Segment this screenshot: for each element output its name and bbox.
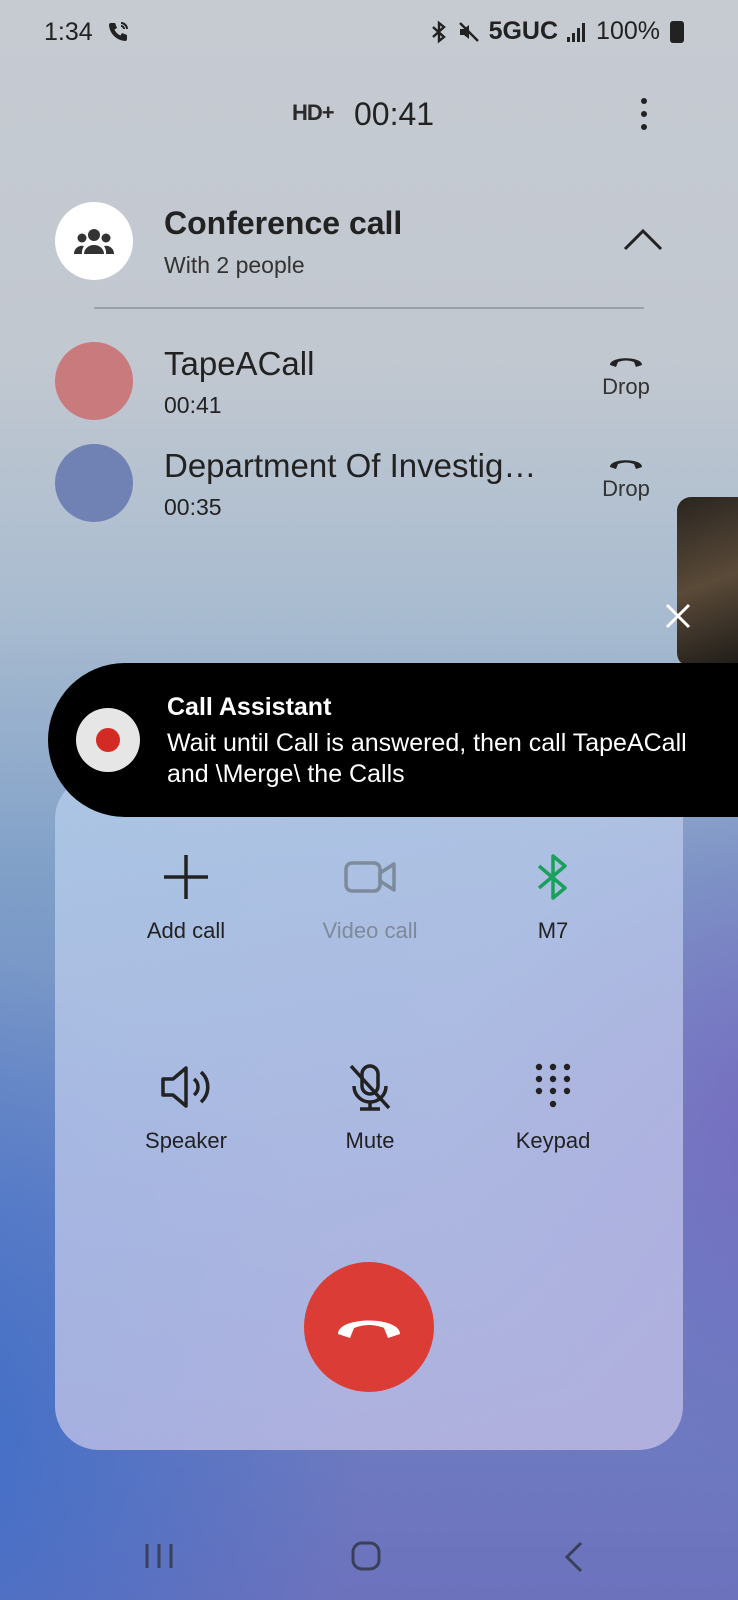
close-icon[interactable]: [662, 600, 694, 632]
mute-button[interactable]: Mute: [290, 1062, 450, 1154]
participant-duration: 00:35: [164, 494, 222, 520]
wifi-call-icon: [109, 22, 128, 41]
bluetooth-icon: [537, 854, 567, 900]
keypad-button[interactable]: Keypad: [473, 1062, 633, 1154]
plus-icon: [164, 855, 208, 899]
toast-message: Wait until Call is answered, then call T…: [167, 729, 687, 788]
bluetooth-button[interactable]: M7: [473, 852, 633, 944]
drop-label: Drop: [602, 476, 650, 501]
mute-label: Mute: [345, 1128, 395, 1153]
conference-title: Conference call: [164, 205, 403, 241]
record-icon: [76, 708, 140, 772]
chevron-up-icon[interactable]: [622, 225, 664, 253]
toast-title: Call Assistant: [167, 693, 332, 721]
participant-duration: 00:41: [164, 392, 222, 418]
battery-icon: [670, 20, 684, 43]
hang-up-icon: [610, 460, 642, 469]
speaker-button[interactable]: Speaker: [106, 1062, 266, 1154]
group-icon: [74, 229, 114, 254]
more-options-icon[interactable]: [632, 95, 656, 135]
video-call-button[interactable]: Video call: [290, 852, 450, 944]
network-type: 5GUC: [488, 17, 559, 45]
video-call-label: Video call: [322, 918, 418, 943]
participant-avatar: [55, 444, 133, 522]
conference-avatar: [55, 202, 133, 280]
end-call-button[interactable]: [304, 1262, 434, 1392]
status-icons: 5GUC 100%: [429, 17, 684, 46]
status-time: 1:34: [44, 18, 93, 46]
back-icon[interactable]: [563, 1540, 585, 1574]
keypad-label: Keypad: [515, 1128, 591, 1153]
hd-voice-badge: HD+: [292, 100, 335, 125]
signal-icon: [567, 22, 586, 42]
participant-name: Department Of Investig…: [164, 447, 537, 484]
call-timer: 00:41: [354, 96, 435, 132]
video-camera-icon: [344, 861, 396, 893]
home-icon[interactable]: [350, 1540, 382, 1572]
speaker-label: Speaker: [145, 1128, 227, 1153]
divider: [94, 307, 644, 309]
speaker-icon: [161, 1066, 210, 1108]
hang-up-icon: [610, 358, 642, 367]
mute-status-icon: [458, 21, 479, 42]
dialpad-icon: [535, 1063, 571, 1108]
drop-participant-button[interactable]: Drop: [586, 454, 666, 524]
add-call-button[interactable]: Add call: [106, 852, 266, 944]
drop-participant-button[interactable]: Drop: [586, 352, 666, 422]
add-call-label: Add call: [146, 918, 226, 943]
hang-up-icon: [338, 1320, 400, 1338]
drop-label: Drop: [602, 374, 650, 399]
battery-percent: 100%: [596, 17, 660, 45]
recent-apps-icon[interactable]: [143, 1542, 175, 1570]
participant-name: TapeACall: [164, 345, 315, 382]
bluetooth-status-icon: [431, 20, 446, 43]
mic-off-icon: [349, 1064, 391, 1111]
participant-avatar: [55, 342, 133, 420]
conference-subtitle: With 2 people: [164, 252, 305, 278]
floating-video-thumbnail[interactable]: [677, 497, 738, 667]
bluetooth-device-label: M7: [537, 918, 569, 943]
